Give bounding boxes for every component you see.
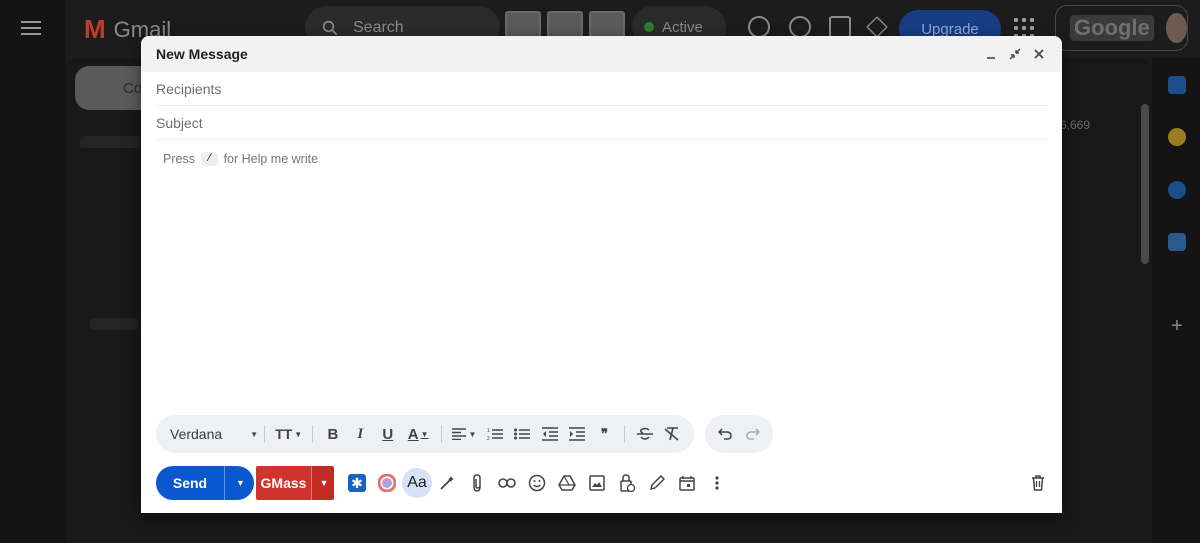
minimize-icon[interactable]	[983, 46, 999, 62]
avatar	[1165, 13, 1187, 43]
toolbar-divider	[624, 425, 626, 443]
google-drive-icon[interactable]	[552, 468, 582, 498]
google-logo: Google	[1070, 15, 1154, 41]
subject-field[interactable]: Subject	[156, 106, 1048, 140]
svg-text:✱: ✱	[351, 476, 363, 492]
redo-icon[interactable]	[739, 420, 767, 448]
compose-action-bar: Send ▼ GMass ▼ ✱ Aa	[156, 466, 1046, 500]
color-wheel-icon[interactable]	[372, 468, 402, 498]
hint-prefix: Press	[163, 152, 195, 166]
gemini-sparkle-icon[interactable]	[866, 16, 888, 38]
signature-pen-icon[interactable]	[642, 468, 672, 498]
formatting-options-button[interactable]: Aa	[402, 468, 432, 498]
toolbar-divider	[440, 425, 442, 443]
mail-list-scrollbar[interactable]	[1141, 104, 1149, 264]
message-body-hint[interactable]: Press / for Help me write	[163, 152, 318, 166]
blurred-mail-row	[80, 136, 140, 148]
bold-icon[interactable]: B	[319, 420, 346, 448]
toolbar-divider	[312, 425, 314, 443]
schedule-send-icon[interactable]	[672, 468, 702, 498]
strikethrough-icon[interactable]	[631, 420, 658, 448]
compose-title: New Message	[156, 46, 248, 62]
align-icon[interactable]: ▼	[448, 420, 481, 448]
attach-file-icon[interactable]	[462, 468, 492, 498]
account-switcher[interactable]: Google	[1055, 5, 1188, 51]
insert-link-icon[interactable]	[492, 468, 522, 498]
text-color-icon[interactable]: A ▼	[401, 420, 434, 448]
calendar-app-icon[interactable]	[1168, 76, 1186, 94]
compose-header[interactable]: New Message	[141, 36, 1062, 72]
emoji-icon[interactable]	[522, 468, 552, 498]
gmass-button[interactable]: GMass	[256, 466, 311, 500]
settings-gear-icon[interactable]	[789, 16, 811, 38]
chevron-down-icon: ▼	[250, 429, 259, 439]
svg-text:2: 2	[487, 436, 490, 441]
search-icon	[322, 20, 338, 36]
status-dot-icon	[644, 22, 654, 32]
quote-icon[interactable]: ❞	[591, 420, 618, 448]
chevron-down-icon: ▼	[236, 478, 245, 488]
compose-window: New Message Recipients Subject Press / f…	[141, 36, 1062, 513]
gmass-settings-icon[interactable]: ✱	[342, 468, 372, 498]
help-icon[interactable]	[748, 16, 770, 38]
close-icon[interactable]	[1031, 46, 1047, 62]
indent-more-icon[interactable]	[563, 420, 590, 448]
chevron-down-icon: ▼	[319, 478, 329, 488]
insert-photo-icon[interactable]	[582, 468, 612, 498]
google-apps-icon[interactable]	[1014, 18, 1034, 38]
gmail-m-icon: M	[84, 14, 106, 44]
remove-formatting-icon[interactable]	[659, 420, 686, 448]
hint-shortcut-key: /	[200, 152, 218, 166]
svg-text:1: 1	[487, 428, 490, 434]
contacts-app-icon[interactable]	[1168, 233, 1186, 251]
toolbar-divider	[264, 425, 265, 443]
undo-icon[interactable]	[711, 420, 739, 448]
help-me-write-icon[interactable]	[432, 468, 462, 498]
recipients-placeholder: Recipients	[156, 80, 222, 97]
exit-full-screen-icon[interactable]	[1007, 46, 1023, 62]
subject-placeholder: Subject	[156, 114, 203, 131]
magic-icon[interactable]	[829, 16, 851, 38]
italic-icon[interactable]: I	[347, 420, 374, 448]
undo-redo-group	[705, 415, 773, 453]
recipients-field[interactable]: Recipients	[156, 72, 1048, 106]
confidential-mode-icon[interactable]	[612, 468, 642, 498]
send-button[interactable]: Send	[156, 466, 224, 500]
bulleted-list-icon[interactable]	[508, 420, 535, 448]
search-placeholder: Search	[353, 19, 404, 36]
main-menu-icon[interactable]	[21, 18, 41, 36]
tasks-app-icon[interactable]	[1168, 181, 1186, 199]
mail-count: 6,669	[1060, 118, 1091, 132]
send-options-button[interactable]: ▼	[224, 466, 254, 500]
add-addon-icon[interactable]: +	[1168, 316, 1186, 336]
status-label: Active	[662, 18, 703, 36]
blurred-mail-row	[90, 318, 138, 330]
keep-app-icon[interactable]	[1168, 128, 1186, 146]
numbered-list-icon[interactable]: 12	[481, 420, 508, 448]
font-name: Verdana	[170, 426, 223, 442]
compose-label: Co	[123, 79, 143, 97]
indent-less-icon[interactable]	[536, 420, 563, 448]
formatting-toolbar: Verdana ▼ TT ▼ B I U A ▼ ▼ 12 ❞	[156, 415, 694, 453]
font-size-icon[interactable]: TT ▼	[271, 420, 306, 448]
underline-icon[interactable]: U	[374, 420, 401, 448]
left-rail	[0, 0, 66, 543]
discard-draft-icon[interactable]	[1026, 469, 1050, 497]
font-selector[interactable]: Verdana ▼	[170, 426, 258, 442]
gmass-options-button[interactable]: ▼	[311, 466, 334, 500]
hint-suffix: for Help me write	[223, 152, 319, 166]
more-options-icon[interactable]	[702, 468, 732, 498]
